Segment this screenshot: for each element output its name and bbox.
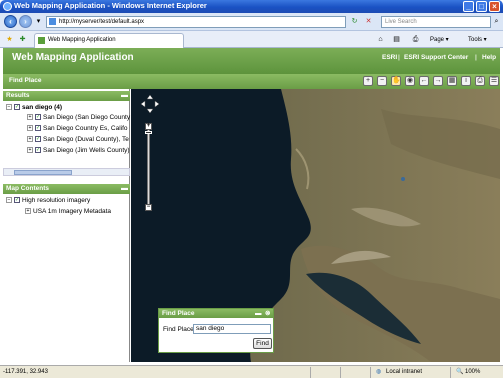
zoom-out-icon[interactable]: − <box>145 204 152 211</box>
scroll-thumb[interactable] <box>14 170 72 175</box>
zoom-in-tool-icon[interactable]: + <box>363 76 373 86</box>
globe-icon: ◍ <box>376 369 382 375</box>
zoom-slider-thumb[interactable] <box>145 131 152 134</box>
maximize-button[interactable]: □ <box>476 1 487 12</box>
esri-support-link[interactable]: ESRI Support Center <box>404 54 468 61</box>
esri-link[interactable]: ESRI <box>382 54 397 61</box>
checkbox-icon[interactable]: ✓ <box>14 197 20 204</box>
feeds-icon[interactable]: ▤ <box>392 35 401 44</box>
divider <box>310 367 311 378</box>
toc-icon[interactable]: ☰ <box>489 76 499 86</box>
tab-favicon <box>38 37 45 44</box>
result-item[interactable]: + ✓ San Diego (San Diego County <box>27 113 130 123</box>
expand-tree-icon[interactable]: + <box>27 147 33 154</box>
full-extent-icon[interactable]: ◉ <box>405 76 415 86</box>
refresh-icon[interactable]: ↻ <box>350 17 359 26</box>
divider <box>370 367 371 378</box>
window-title-bar: Web Mapping Application - Windows Intern… <box>0 0 503 13</box>
back-extent-icon[interactable]: ← <box>419 76 429 86</box>
tab-web-mapping-application[interactable]: Web Mapping Application <box>34 33 184 48</box>
identify-icon[interactable]: i <box>461 76 471 86</box>
results-horizontal-scrollbar[interactable] <box>3 168 130 176</box>
results-root[interactable]: − ✓ san diego (4) <box>6 103 62 113</box>
tab-label: Web Mapping Application <box>48 37 116 43</box>
close-dialog-icon[interactable]: ⊗ <box>265 309 270 318</box>
address-bar-row: ‹ › ▾ http://myserver/test/default.aspx … <box>0 13 503 31</box>
minimize-dialog-icon[interactable]: ▬ <box>255 309 262 318</box>
zoom-icon[interactable]: 🔍 <box>456 366 463 378</box>
collapse-icon[interactable]: ▬ <box>121 184 128 194</box>
search-input[interactable]: Live Search <box>381 16 491 28</box>
sublayer-item[interactable]: + USA 1m Imagery Metadata <box>25 207 111 217</box>
expand-tree-icon[interactable]: + <box>27 114 33 121</box>
divider <box>340 367 341 378</box>
url-text: http://myserver/test/default.aspx <box>59 19 145 25</box>
favorites-star-icon[interactable]: ★ <box>5 35 14 44</box>
result-item[interactable]: + ✓ San Diego (Duval County), Te <box>27 135 129 145</box>
app-header: Web Mapping Application ESRI | ESRI Supp… <box>3 48 500 74</box>
find-button[interactable]: Find <box>253 338 272 349</box>
layer-item[interactable]: − ✓ High resolution imagery <box>6 196 90 206</box>
checkbox-icon[interactable]: ✓ <box>35 125 41 132</box>
map-contents-title: Map Contents <box>6 185 49 192</box>
pan-tool-icon[interactable]: ✋ <box>391 76 401 86</box>
close-window-button[interactable]: × <box>489 1 500 12</box>
left-panel: Results ▬ − ✓ san diego (4) + ✓ San Diego (S… <box>3 89 130 362</box>
result-item[interactable]: + ✓ San Diego Country Es, Califo <box>27 124 128 134</box>
zoom-in-icon[interactable]: + <box>145 123 152 130</box>
pan-control[interactable] <box>140 94 160 114</box>
url-input[interactable]: http://myserver/test/default.aspx <box>46 16 346 28</box>
map-coordinates: -117.391, 32.943 <box>3 369 48 375</box>
ie-icon <box>3 2 12 11</box>
map-contents-panel-header[interactable]: Map Contents ▬ <box>3 184 130 194</box>
back-button[interactable]: ‹ <box>4 15 17 28</box>
results-title: Results <box>6 92 30 99</box>
map-toolbar: Find Place + − ✋ ◉ ← → ▦ i ⎙ ☰ <box>3 74 500 89</box>
app-title: Web Mapping Application <box>12 52 134 63</box>
print-map-icon[interactable]: ⎙ <box>475 76 485 86</box>
find-dialog-title: Find Place <box>162 310 195 317</box>
minimize-button[interactable]: _ <box>463 1 474 12</box>
toolbar-title: Find Place <box>9 77 42 84</box>
search-icon[interactable]: ⌕ <box>492 17 501 26</box>
results-panel-header[interactable]: Results ▬ <box>3 91 130 101</box>
checkbox-icon[interactable]: ✓ <box>35 136 41 143</box>
forward-extent-icon[interactable]: → <box>433 76 443 86</box>
zoom-out-tool-icon[interactable]: − <box>377 76 387 86</box>
forward-button[interactable]: › <box>19 15 32 28</box>
measure-icon[interactable]: ▦ <box>447 76 457 86</box>
window-title: Web Mapping Application - Windows Intern… <box>14 1 207 10</box>
security-zone: Local intranet <box>386 369 423 375</box>
tools-menu[interactable]: Tools ▾ <box>468 36 487 43</box>
home-icon[interactable]: ⌂ <box>376 35 385 44</box>
zoom-level[interactable]: 100% <box>465 366 480 378</box>
find-place-input[interactable]: san diego <box>193 324 271 334</box>
checkbox-icon[interactable]: ✓ <box>35 114 41 121</box>
expand-tree-icon[interactable]: + <box>27 125 33 132</box>
checkbox-icon[interactable]: ✓ <box>14 104 20 111</box>
link-separator: | <box>398 54 400 61</box>
page-menu[interactable]: Page ▾ <box>430 36 449 43</box>
stop-icon[interactable]: ✕ <box>364 17 373 26</box>
expand-tree-icon[interactable]: + <box>25 208 31 215</box>
page-icon <box>49 18 56 25</box>
find-label: Find Place <box>163 326 194 333</box>
help-link[interactable]: Help <box>482 54 496 61</box>
find-dialog-header[interactable]: Find Place ▬ ⊗ <box>159 309 273 318</box>
status-bar: -117.391, 32.943 ◍ Local intranet 🔍 100% <box>0 365 503 378</box>
history-dropdown-icon[interactable]: ▾ <box>34 17 43 26</box>
expand-tree-icon[interactable]: + <box>27 136 33 143</box>
collapse-icon[interactable]: ▬ <box>121 91 128 101</box>
print-icon[interactable]: ⎙ <box>411 35 420 44</box>
divider <box>450 367 451 378</box>
collapse-tree-icon[interactable]: − <box>6 104 12 111</box>
collapse-tree-icon[interactable]: − <box>6 197 12 204</box>
add-favorites-icon[interactable]: ✚ <box>18 35 27 44</box>
tab-bar: ★ ✚ Web Mapping Application ⌂ ▤ ⎙ Page ▾… <box>0 31 503 48</box>
link-separator: | <box>475 54 477 61</box>
find-place-dialog: Find Place ▬ ⊗ Find Place san diego Find <box>158 308 274 353</box>
result-item[interactable]: + ✓ San Diego (Jim Wells County) <box>27 146 130 156</box>
checkbox-icon[interactable]: ✓ <box>35 147 41 154</box>
zoom-slider[interactable] <box>147 123 150 208</box>
